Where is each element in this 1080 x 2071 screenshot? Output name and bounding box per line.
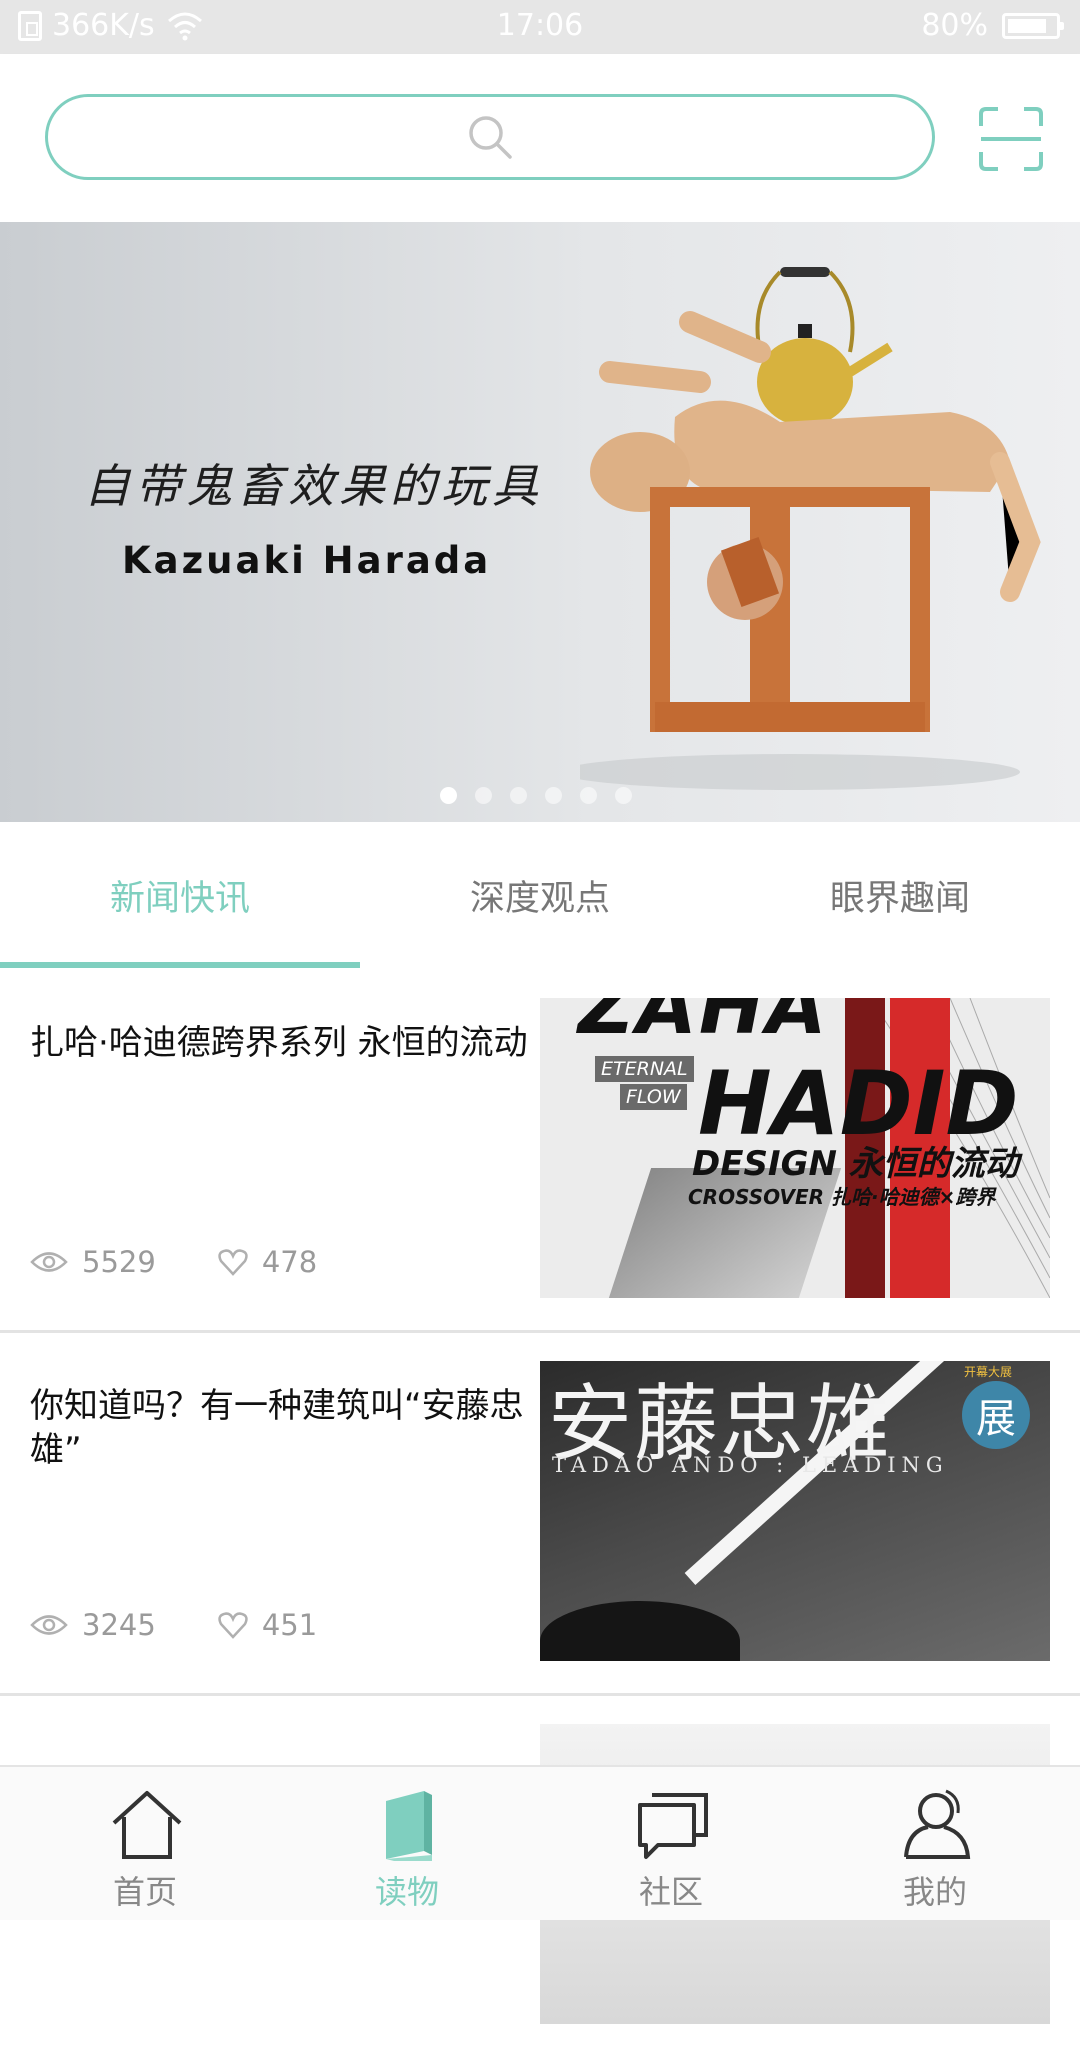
view-count: 5529: [82, 1245, 156, 1279]
carousel-dot[interactable]: [510, 787, 527, 804]
nav-home[interactable]: 首页: [10, 1767, 280, 1922]
carousel-dot[interactable]: [580, 787, 597, 804]
banner-carousel[interactable]: 自带鬼畜效果的玩具 Kazuaki Harada: [0, 222, 1080, 822]
divider: [0, 1330, 1080, 1333]
header: [0, 54, 1080, 222]
thumb-badge-caption: 开幕大展: [964, 1365, 1013, 1379]
eye-icon: [30, 1615, 68, 1635]
nav-profile[interactable]: 我的: [800, 1767, 1070, 1922]
article-stats: 3245 451: [30, 1608, 379, 1642]
article-title: 你知道吗？有一种建筑叫“安藤忠雄”: [30, 1386, 524, 1470]
views-stat: 5529: [30, 1245, 156, 1279]
like-count: 451: [261, 1608, 318, 1642]
banner-title: 自带鬼畜效果的玩具: [84, 459, 543, 513]
nav-reading[interactable]: 读物: [272, 1767, 542, 1922]
battery-icon: [1002, 12, 1064, 39]
carousel-dot[interactable]: [545, 787, 562, 804]
tab-curiosities[interactable]: 眼界趣闻: [720, 822, 1080, 968]
thumb-badge: 展: [962, 1381, 1030, 1449]
article-thumbnail[interactable]: ZAHA ETERNAL FLOW HADID DESIGN 永恒的流动 CRO…: [540, 998, 1050, 1298]
views-stat: 3245: [30, 1608, 156, 1642]
book-icon: [386, 1791, 432, 1861]
thumb-text-en: TADAO ANDO : LEADING: [552, 1453, 949, 1477]
article-item[interactable]: 你知道吗？有一种建筑叫“安藤忠雄” 3245 451 安藤忠雄 TADAO AN…: [0, 1346, 1080, 1708]
nav-community[interactable]: 社区: [536, 1767, 806, 1922]
chat-icon: [638, 1793, 708, 1859]
carousel-dot[interactable]: [475, 787, 492, 804]
thumb-text-eternal: ETERNAL: [595, 1056, 694, 1082]
thumb-shape: [540, 1601, 740, 1661]
category-tabs: 新闻快讯 深度观点 眼界趣闻: [0, 822, 1080, 968]
status-bar: 366K/s 17:06 80%: [0, 0, 1080, 54]
divider: [0, 1693, 1080, 1696]
heart-icon[interactable]: [218, 1248, 248, 1276]
tab-indicator: [0, 962, 360, 968]
carousel-dot[interactable]: [440, 787, 457, 804]
view-count: 3245: [82, 1608, 156, 1642]
tab-news[interactable]: 新闻快讯: [0, 822, 360, 968]
likes-stat[interactable]: 451: [218, 1608, 317, 1642]
like-count: 478: [261, 1245, 318, 1279]
tab-insights[interactable]: 深度观点: [360, 822, 720, 968]
battery-percent: 80%: [921, 8, 988, 43]
article-item[interactable]: 扎哈·哈迪德跨界系列 永恒的流动 5529 478 ZAHA ETERNAL F…: [0, 983, 1080, 1345]
thumb-text-design: DESIGN 永恒的流动: [692, 1144, 1019, 1184]
thumb-text-flow: FLOW: [620, 1084, 687, 1110]
status-time: 17:06: [496, 8, 584, 43]
nav-label: 首页: [112, 1873, 177, 1911]
thumb-text-crossover: CROSSOVER 扎哈·哈迪德×跨界: [688, 1185, 996, 1209]
eye-icon: [30, 1252, 68, 1272]
article-thumbnail[interactable]: 安藤忠雄 TADAO ANDO : LEADING 开幕大展 展: [540, 1361, 1050, 1661]
article-title: 扎哈·哈迪德跨界系列 永恒的流动: [30, 1023, 528, 1063]
search-bar[interactable]: [45, 94, 935, 180]
nav-label: 社区: [638, 1873, 703, 1911]
scan-icon[interactable]: [978, 106, 1044, 172]
status-right: 80%: [921, 8, 1064, 43]
carousel-dot[interactable]: [615, 787, 632, 804]
thumb-text-zaha: ZAHA: [578, 998, 829, 1052]
bottom-nav: 首页 读物 社区 我的: [0, 1765, 1080, 1920]
home-icon: [112, 1791, 182, 1859]
banner-image: [580, 267, 1041, 790]
heart-icon[interactable]: [218, 1611, 248, 1639]
carousel-indicator[interactable]: [440, 787, 632, 804]
user-icon: [904, 1789, 971, 1859]
nav-label: 读物: [374, 1873, 439, 1911]
banner-subtitle: Kazuaki Harada: [122, 539, 492, 582]
likes-stat[interactable]: 478: [218, 1245, 317, 1279]
article-stats: 5529 478: [30, 1245, 379, 1279]
nav-label: 我的: [902, 1873, 967, 1911]
